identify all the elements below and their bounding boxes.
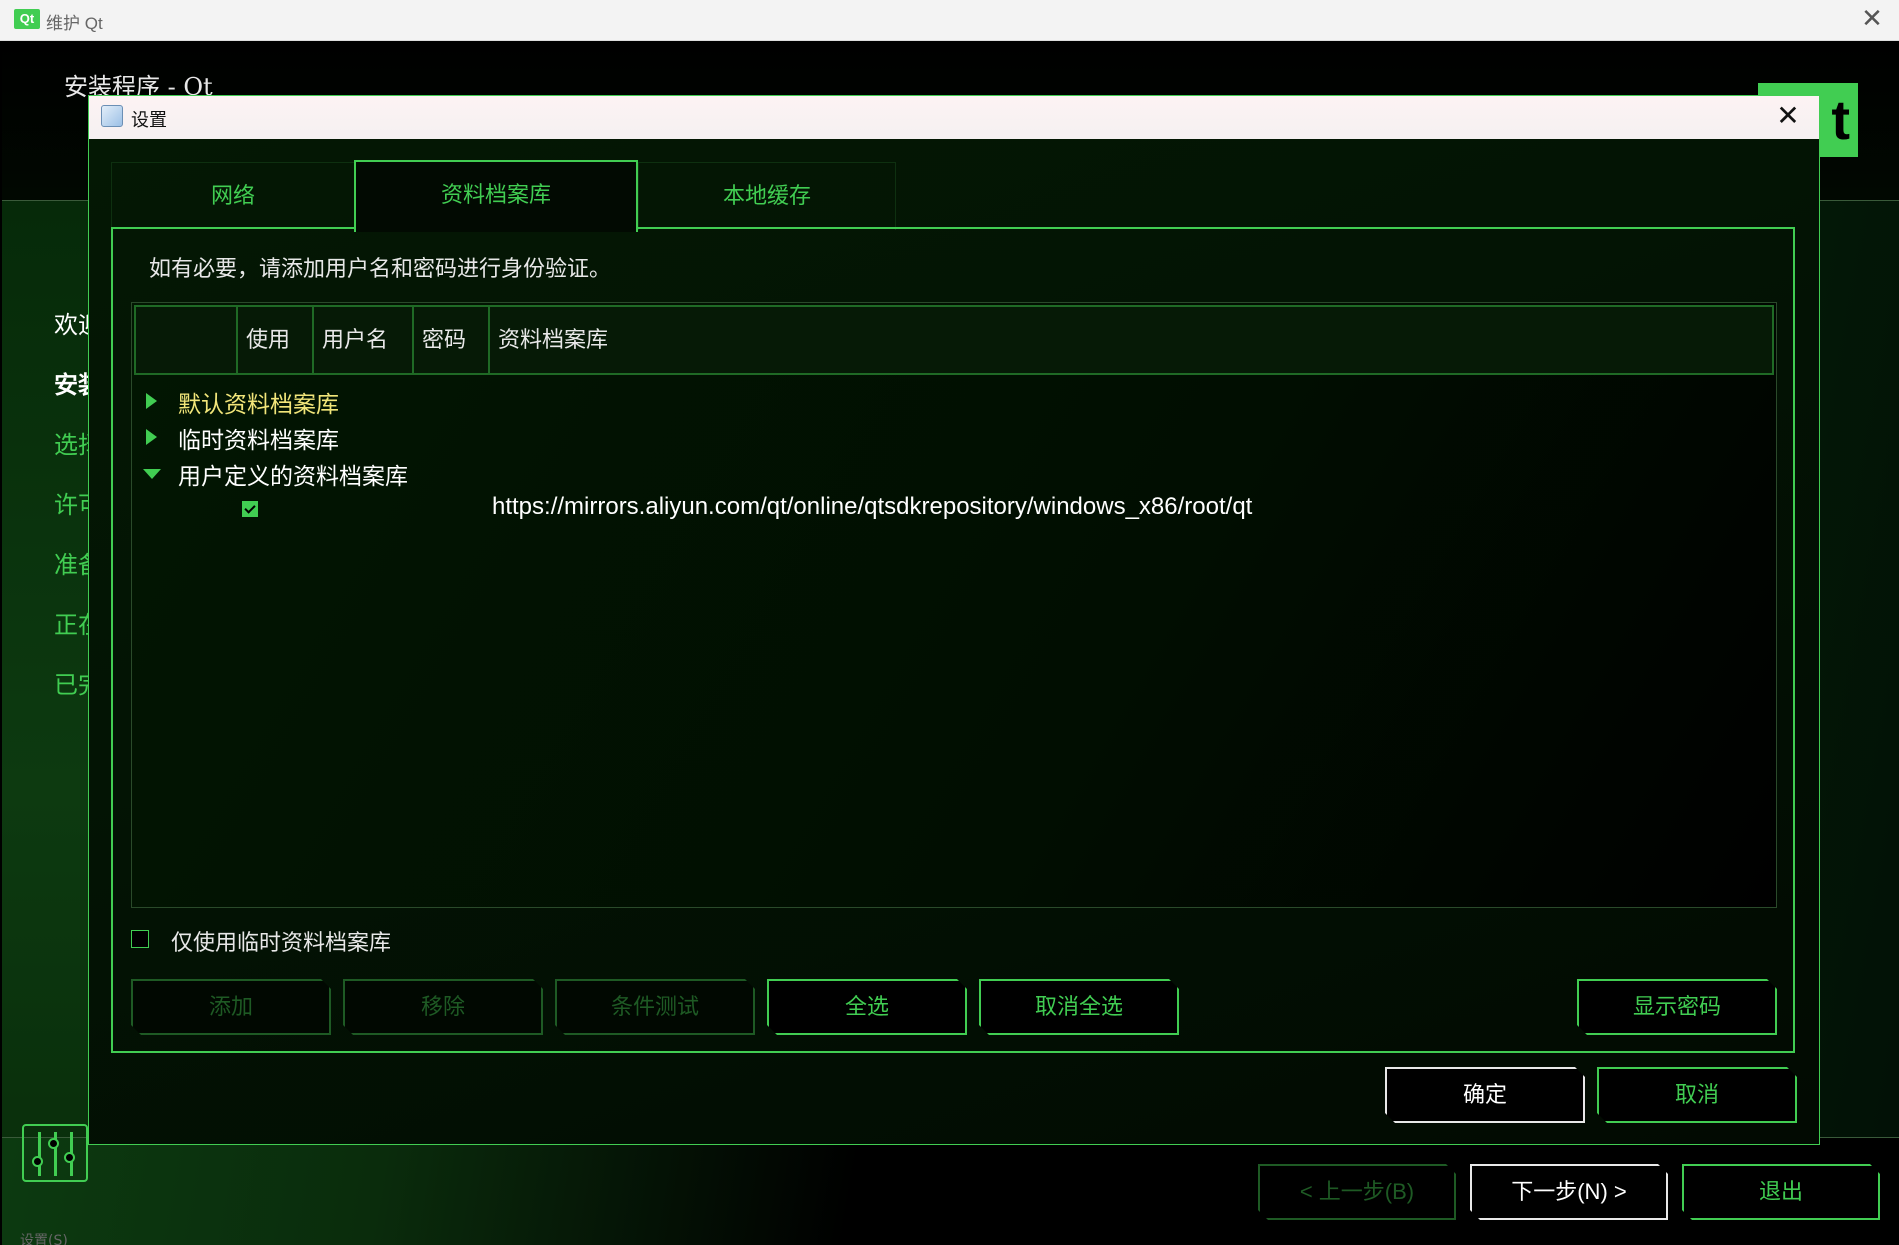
repository-url[interactable]: https://mirrors.aliyun.com/qt/online/qts… — [492, 493, 1252, 521]
collapse-arrow-icon[interactable] — [143, 469, 161, 479]
column-header-tree[interactable] — [136, 307, 238, 373]
tree-item-label: 默认资料档案库 — [178, 391, 339, 417]
only-temp-label[interactable]: 仅使用临时资料档案库 — [171, 925, 391, 957]
show-password-button[interactable]: 显示密码 — [1577, 979, 1777, 1035]
dialog-titlebar: 设置 ✕ — [89, 96, 1819, 139]
auth-hint: 如有必要，请添加用户名和密码进行身份验证。 — [149, 256, 612, 281]
window-titlebar: Qt 维护 Qt ✕ — [0, 0, 1899, 41]
repository-row[interactable]: https://mirrors.aliyun.com/qt/online/qts… — [132, 491, 1772, 527]
column-header-use[interactable]: 使用 — [238, 307, 314, 373]
tree-header: 使用 用户名 密码 资料档案库 — [134, 305, 1774, 375]
quit-button[interactable]: 退出 — [1682, 1164, 1880, 1220]
qt-app-icon: Qt — [14, 9, 40, 29]
select-all-button[interactable]: 全选 — [767, 979, 967, 1035]
next-button[interactable]: 下一步(N) > — [1470, 1164, 1668, 1220]
only-temp-checkbox[interactable] — [131, 930, 149, 948]
deselect-all-button[interactable]: 取消全选 — [979, 979, 1179, 1035]
column-header-username[interactable]: 用户名 — [314, 307, 414, 373]
tab-repositories[interactable]: 资料档案库 — [354, 160, 638, 232]
tree-item-temporary-repositories[interactable]: 临时资料档案库 — [132, 419, 1772, 455]
settings-button-label: 设置(S) — [20, 1233, 68, 1245]
tree-item-default-repositories[interactable]: 默认资料档案库 — [132, 383, 1772, 419]
use-checkbox[interactable] — [242, 501, 258, 517]
dialog-title: 设置 — [131, 110, 167, 130]
settings-button[interactable] — [22, 1124, 88, 1182]
expand-arrow-icon[interactable] — [146, 393, 157, 409]
cancel-button[interactable]: 取消 — [1597, 1067, 1797, 1123]
expand-arrow-icon[interactable] — [146, 429, 157, 445]
window-close-icon[interactable]: ✕ — [1857, 4, 1887, 34]
settings-dialog-icon — [101, 105, 123, 127]
window-title: 维护 Qt — [46, 14, 103, 33]
repositories-panel: 如有必要，请添加用户名和密码进行身份验证。 使用 用户名 密码 资料档案库 默认… — [111, 227, 1795, 1053]
tree-item-label: 用户定义的资料档案库 — [178, 463, 408, 489]
add-button[interactable]: 添加 — [131, 979, 331, 1035]
tree-item-user-defined-repositories[interactable]: 用户定义的资料档案库 — [132, 455, 1772, 491]
settings-dialog: 设置 ✕ 网络 资料档案库 本地缓存 如有必要，请添加用户名和密码进行身份验证。… — [88, 95, 1820, 1145]
tab-local-cache[interactable]: 本地缓存 — [638, 162, 896, 230]
dialog-close-icon[interactable]: ✕ — [1771, 99, 1805, 133]
tree-item-label: 临时资料档案库 — [178, 427, 339, 453]
back-button[interactable]: < 上一步(B) — [1258, 1164, 1456, 1220]
column-header-repository[interactable]: 资料档案库 — [490, 307, 1770, 373]
column-header-password[interactable]: 密码 — [414, 307, 490, 373]
repository-tree[interactable]: 使用 用户名 密码 资料档案库 默认资料档案库 临时资料档案库 用户定义的资料档… — [131, 302, 1777, 908]
remove-button[interactable]: 移除 — [343, 979, 543, 1035]
ok-button[interactable]: 确定 — [1385, 1067, 1585, 1123]
tab-network[interactable]: 网络 — [111, 162, 355, 230]
test-button[interactable]: 条件测试 — [555, 979, 755, 1035]
